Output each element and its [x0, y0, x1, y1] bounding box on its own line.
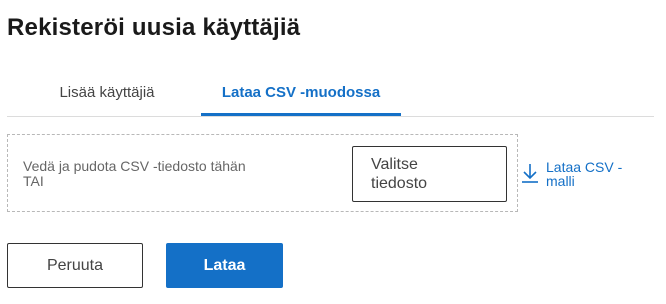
download-icon: [520, 162, 540, 186]
download-csv-template-link[interactable]: Lataa CSV - malli: [520, 160, 636, 190]
upload-button[interactable]: Lataa: [166, 243, 283, 288]
tab-bar: Lisää käyttäjiä Lataa CSV -muodossa: [7, 76, 654, 117]
choose-file-button[interactable]: Valitse tiedosto: [352, 146, 507, 202]
dropzone-text: Vedä ja pudota CSV -tiedosto tähän: [23, 158, 246, 174]
template-link-line1: Lataa CSV -: [546, 159, 623, 175]
template-link-text: Lataa CSV - malli: [546, 160, 636, 188]
dropzone-instructions: Vedä ja pudota CSV -tiedosto tähän TAI: [23, 159, 246, 189]
page-title: Rekisteröi uusia käyttäjiä: [7, 14, 301, 41]
template-link-line2: malli: [546, 173, 575, 189]
dropzone-or-text: TAI: [23, 173, 44, 189]
cancel-button[interactable]: Peruuta: [7, 243, 143, 288]
choose-file-label-line1: Valitse: [371, 156, 418, 173]
choose-file-label-line2: tiedosto: [371, 175, 428, 192]
tab-upload-csv[interactable]: Lataa CSV -muodossa: [201, 76, 401, 116]
tab-add-users[interactable]: Lisää käyttäjiä: [42, 76, 172, 114]
